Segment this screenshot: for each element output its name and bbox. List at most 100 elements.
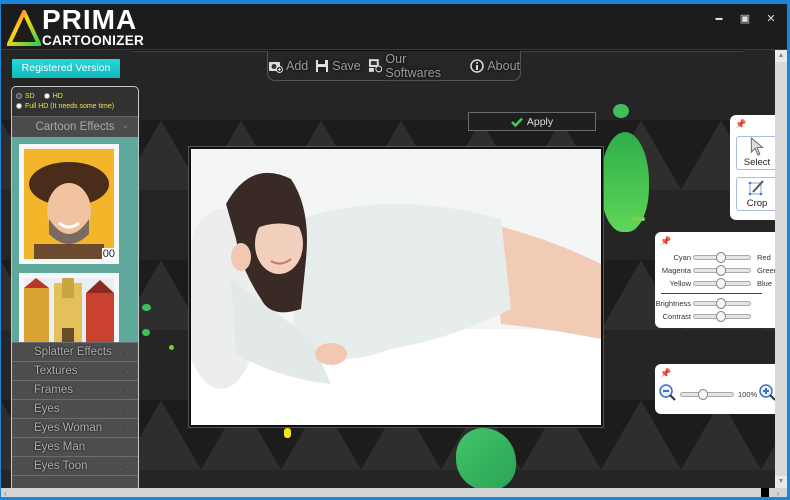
crop-tool-button[interactable]: Crop — [736, 177, 778, 211]
close-button[interactable]: ✕ — [765, 12, 777, 26]
logo-subtitle: CARTOONIZER — [42, 33, 145, 48]
scroll-right-icon[interactable]: › — [769, 488, 787, 497]
effect-thumbnail[interactable] — [19, 273, 119, 342]
window-controls: ▬ ▣ ✕ — [713, 12, 777, 26]
magenta-label: Magenta — [661, 266, 691, 275]
zoom-panel: 📌 100% — [655, 364, 778, 414]
registered-version-button[interactable]: Registered Version — [12, 59, 120, 78]
radio-full-hd[interactable] — [16, 103, 22, 109]
section-cartoon-effects[interactable]: Cartoon Effects ⌄ — [12, 116, 138, 137]
contrast-slider-row: Contrast — [655, 311, 785, 323]
cyan-red-slider[interactable] — [693, 252, 751, 263]
brightness-label: Brightness — [655, 299, 691, 308]
app-window: PRIMA CARTOONIZER ▬ ▣ ✕ Add Save Our Sof… — [0, 0, 790, 500]
slider-knob[interactable] — [716, 252, 726, 263]
green-splash — [142, 329, 150, 336]
chevron-right-icon: › — [125, 347, 128, 357]
menu-item-label: Eyes Toon — [34, 460, 88, 472]
color-adjust-panel: 📌 Cyan Red Magenta Green Yellow Blue Bri… — [655, 232, 778, 328]
radio-sd-label: SD — [25, 92, 35, 100]
scroll-left-icon[interactable]: ‹ — [4, 488, 7, 497]
menu-item-eyes-man[interactable]: Eyes Man › — [12, 437, 138, 456]
effect-thumbnail[interactable]: 00 — [19, 144, 119, 264]
green-splash — [142, 304, 151, 311]
app-logo: PRIMA CARTOONIZER — [5, 6, 144, 48]
scroll-down-icon[interactable]: ▼ — [775, 476, 787, 488]
green-splash — [169, 345, 174, 350]
blue-label: Blue — [757, 279, 773, 288]
save-button[interactable]: Save — [315, 59, 361, 73]
menu-item-label: Eyes Man — [34, 441, 86, 453]
contrast-label: Contrast — [662, 312, 691, 321]
pin-icon[interactable]: 📌 — [735, 119, 746, 130]
radio-hd[interactable] — [43, 93, 50, 99]
add-label: Add — [286, 58, 309, 73]
chevron-right-icon: › — [125, 385, 128, 395]
slider-knob[interactable] — [716, 311, 726, 322]
add-photo-icon — [269, 61, 283, 73]
our-softwares-label: Our Softwares — [385, 51, 441, 80]
chevron-right-icon: › — [125, 461, 128, 471]
save-label: Save — [332, 58, 361, 73]
scrollbar-corner — [761, 488, 769, 497]
contrast-slider[interactable] — [693, 311, 751, 322]
floppy-disk-icon — [316, 59, 329, 72]
slider-knob[interactable] — [698, 389, 709, 400]
minimize-button[interactable]: ▬ — [713, 12, 725, 26]
photo-preview — [191, 149, 601, 425]
green-splash — [631, 217, 645, 221]
effects-panel: SD HD Full HD (It needs some time) Carto… — [11, 86, 139, 491]
radio-sd[interactable] — [16, 93, 22, 99]
radio-hd-label: HD — [52, 92, 63, 100]
apply-button[interactable]: Apply — [468, 112, 596, 131]
scroll-up-icon[interactable]: ▲ — [775, 50, 787, 62]
resolution-options: SD HD Full HD (It needs some time) — [12, 87, 138, 116]
crop-label: Crop — [746, 198, 768, 209]
select-tool-button[interactable]: Select — [736, 136, 778, 170]
cartoon-man-thumbnail — [24, 149, 114, 259]
cursor-arrow-icon — [750, 137, 765, 156]
image-canvas[interactable] — [189, 147, 603, 427]
chevron-right-icon: › — [125, 404, 128, 414]
magenta-green-slider[interactable] — [693, 265, 751, 276]
vertical-scrollbar[interactable]: ▲ ▼ — [775, 50, 787, 488]
zoom-out-icon[interactable] — [659, 384, 677, 402]
menu-item-label: Textures — [34, 365, 78, 377]
zoom-slider[interactable] — [680, 389, 734, 400]
about-button[interactable]: About — [470, 59, 520, 73]
cyan-label: Cyan — [673, 253, 691, 262]
zoom-level-label: 100% — [738, 390, 758, 399]
slider-knob[interactable] — [716, 298, 726, 309]
title-bar: PRIMA CARTOONIZER ▬ ▣ ✕ — [1, 4, 787, 50]
cyan-red-slider-row: Cyan Red — [655, 252, 785, 264]
divider — [661, 293, 762, 294]
green-splash — [613, 104, 629, 118]
menu-item-label: Splatter Effects — [34, 346, 112, 358]
menu-item-textures[interactable]: Textures › — [12, 361, 138, 380]
maximize-button[interactable]: ▣ — [739, 12, 751, 26]
chevron-right-icon: › — [125, 366, 128, 376]
yellow-blue-slider[interactable] — [693, 278, 751, 289]
brightness-slider[interactable] — [693, 298, 751, 309]
menu-item-eyes-toon[interactable]: Eyes Toon › — [12, 456, 138, 475]
slider-knob[interactable] — [716, 265, 726, 276]
pin-icon[interactable]: 📌 — [660, 368, 671, 379]
horizontal-scrollbar[interactable]: ‹ — [1, 488, 761, 497]
menu-item-label: Eyes Woman — [34, 422, 103, 434]
slider-knob[interactable] — [716, 278, 726, 289]
pin-icon[interactable]: 📌 — [660, 236, 671, 247]
cartoon-town-thumbnail — [24, 278, 114, 342]
menu-item-eyes-woman[interactable]: Eyes Woman › — [12, 418, 138, 437]
info-icon — [470, 58, 485, 73]
menu-item-label: Frames — [34, 384, 73, 396]
effects-menu: Splatter Effects › Textures › Frames › Eyes… — [12, 342, 138, 490]
logo-title: PRIMA — [42, 4, 138, 35]
effect-number-badge: 00 — [101, 248, 116, 260]
our-softwares-button[interactable]: Our Softwares — [368, 52, 464, 80]
yellow-label: Yellow — [669, 279, 691, 288]
menu-item-frames[interactable]: Frames › — [12, 380, 138, 399]
add-button[interactable]: Add — [268, 59, 308, 73]
apply-label: Apply — [526, 115, 554, 128]
menu-item-splatter-effects[interactable]: Splatter Effects › — [12, 342, 138, 361]
menu-item-eyes[interactable]: Eyes › — [12, 399, 138, 418]
